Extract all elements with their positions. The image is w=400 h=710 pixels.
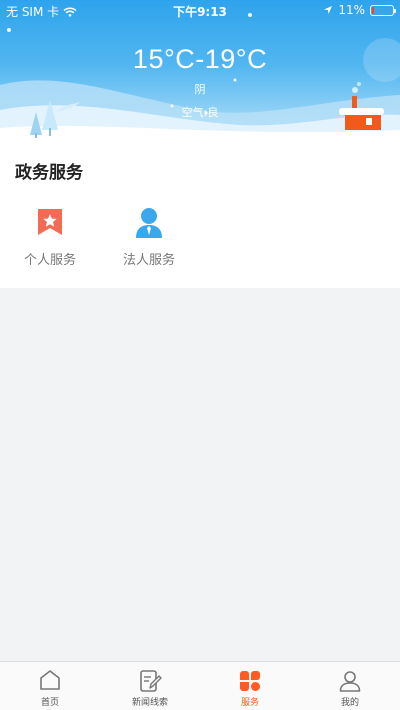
personal-service-button[interactable]: 个人服务 bbox=[10, 207, 90, 268]
location-arrow-icon bbox=[324, 6, 333, 14]
tab-profile[interactable]: 我的 bbox=[300, 662, 400, 710]
bookmark-star-icon bbox=[38, 209, 62, 235]
tab-label: 新闻线索 bbox=[131, 698, 168, 708]
status-bar: 无 SIM 卡 下午9:13 11% bbox=[0, 0, 400, 22]
news-edit-icon bbox=[140, 670, 162, 692]
person-tie-icon bbox=[136, 208, 162, 238]
tab-news-tips[interactable]: 新闻线索 bbox=[100, 662, 200, 710]
weather-banner: 无 SIM 卡 下午9:13 11% 15°C-19°C 阴 空气:良 bbox=[0, 0, 400, 145]
tab-services[interactable]: 服务 bbox=[200, 662, 300, 710]
tab-label: 服务 bbox=[240, 698, 259, 708]
user-icon bbox=[339, 671, 361, 692]
battery-percent: 11% bbox=[338, 3, 365, 17]
tab-label: 首页 bbox=[40, 698, 59, 708]
bottom-tab-bar: 首页 新闻线索 服务 我的 bbox=[0, 661, 400, 710]
weather-condition: 阴 bbox=[194, 83, 206, 96]
corporate-service-button[interactable]: 法人服务 bbox=[109, 207, 189, 268]
temperature-range: 15°C-19°C bbox=[132, 44, 268, 74]
tab-home[interactable]: 首页 bbox=[0, 662, 100, 710]
service-label: 个人服务 bbox=[23, 253, 76, 268]
section-title: 政务服务 bbox=[15, 163, 83, 183]
services-grid-icon bbox=[240, 671, 260, 691]
gov-services-section: 政务服务 个人服务 法人服务 bbox=[0, 145, 400, 288]
home-icon bbox=[40, 670, 60, 690]
battery-level bbox=[372, 6, 374, 14]
tab-label: 我的 bbox=[340, 698, 359, 708]
service-label: 法人服务 bbox=[122, 253, 175, 268]
battery-icon bbox=[370, 4, 396, 16]
air-quality: 空气:良 bbox=[181, 106, 219, 119]
